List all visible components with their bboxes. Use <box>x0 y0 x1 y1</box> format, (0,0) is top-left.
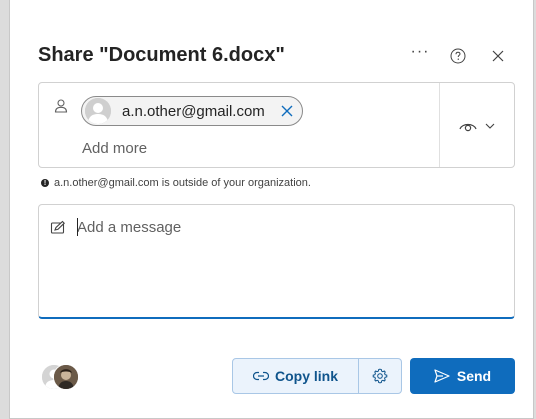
link-icon <box>252 371 269 381</box>
copy-link-label: Copy link <box>274 368 338 384</box>
info-icon: ! <box>41 179 49 187</box>
message-input[interactable] <box>77 217 497 237</box>
permission-dropdown[interactable] <box>449 111 505 141</box>
recipient-chip[interactable]: a.n.other@gmail.com <box>81 96 303 126</box>
external-user-notice: ! a.n.other@gmail.com is outside of your… <box>41 177 311 189</box>
help-button[interactable] <box>446 44 470 68</box>
text-caret <box>77 218 78 236</box>
send-icon <box>434 369 450 383</box>
eye-icon <box>459 123 477 132</box>
share-dialog: Share "Document 6.docx" ··· a.n.other@gm… <box>9 0 534 419</box>
question-circle-icon <box>450 48 466 64</box>
more-options-button[interactable]: ··· <box>408 40 432 64</box>
close-icon <box>492 50 504 62</box>
dismiss-icon[interactable] <box>279 103 295 119</box>
send-button[interactable]: Send <box>410 358 515 394</box>
add-more-input[interactable]: Add more <box>82 140 147 157</box>
shared-with-avatars[interactable] <box>41 364 83 390</box>
message-field[interactable] <box>38 204 515 319</box>
close-button[interactable] <box>486 44 510 68</box>
avatar <box>53 364 79 390</box>
link-settings-button[interactable] <box>359 359 401 393</box>
notice-text: a.n.other@gmail.com is outside of your o… <box>54 177 311 189</box>
copy-link-button[interactable]: Copy link <box>233 359 358 393</box>
person-icon <box>54 99 68 113</box>
chevron-down-icon <box>485 123 495 129</box>
field-divider <box>439 83 440 167</box>
copy-link-button-group: Copy link <box>232 358 402 394</box>
avatar <box>85 98 111 124</box>
edit-icon <box>50 220 65 234</box>
recipients-field[interactable]: a.n.other@gmail.com Add more <box>38 82 515 168</box>
recipient-email: a.n.other@gmail.com <box>122 103 265 120</box>
send-label: Send <box>456 368 492 384</box>
dialog-title: Share "Document 6.docx" <box>38 44 285 66</box>
gear-icon <box>372 368 388 384</box>
